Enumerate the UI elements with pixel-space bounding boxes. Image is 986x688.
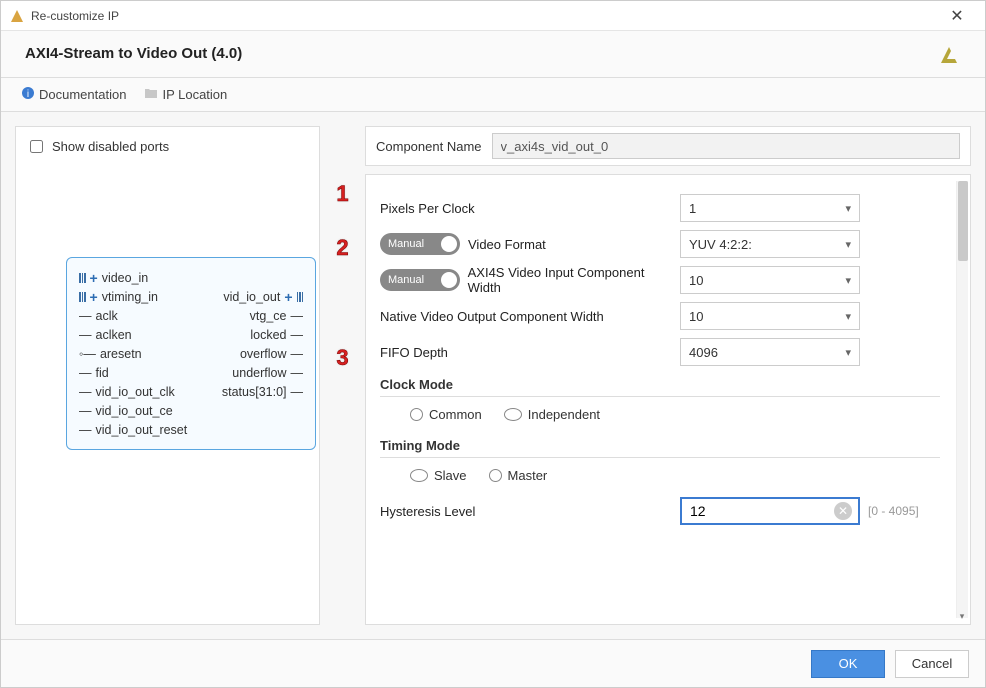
- callout-column: 1 2 3: [330, 126, 355, 625]
- radios-timing-mode: Slave Master: [380, 458, 940, 489]
- input-hysteresis[interactable]: [688, 502, 808, 520]
- port-underflow: underflow: [232, 366, 286, 380]
- radio-timing-master[interactable]: Master: [489, 468, 548, 483]
- header-timing-mode: Timing Mode: [380, 438, 940, 458]
- select-pixels-per-clock[interactable]: 1 ▾: [680, 194, 860, 222]
- chevron-down-icon: ▾: [845, 202, 851, 215]
- callout-3: 3: [336, 345, 348, 371]
- port-vtiming-in: vtiming_in: [102, 290, 158, 304]
- row-hysteresis: Hysteresis Level ✕ [0 - 4095]: [380, 497, 940, 525]
- port-vid-io-out-reset: vid_io_out_reset: [96, 423, 188, 437]
- port-vid-io-out-clk: vid_io_out_clk: [96, 385, 175, 399]
- row-native-width: Native Video Output Component Width 10 ▾: [380, 301, 940, 331]
- component-name-input[interactable]: [492, 133, 961, 159]
- dialog-footer: OK Cancel: [1, 639, 985, 687]
- main-area: Show disabled ports +video_in +vtiming_i…: [1, 112, 985, 639]
- select-axi4s-width[interactable]: 10 ▾: [680, 266, 860, 294]
- chevron-down-icon: ▾: [845, 310, 851, 323]
- cancel-button[interactable]: Cancel: [895, 650, 969, 678]
- component-name-label: Component Name: [376, 139, 482, 154]
- ok-button[interactable]: OK: [811, 650, 885, 678]
- label-pixels-per-clock: Pixels Per Clock: [380, 201, 680, 216]
- label-hysteresis: Hysteresis Level: [380, 504, 680, 519]
- callout-2: 2: [336, 235, 348, 261]
- ip-location-link[interactable]: IP Location: [144, 87, 227, 102]
- row-axi4s-width: Manual AXI4S Video Input Component Width…: [380, 265, 940, 295]
- input-hysteresis-wrapper: ✕: [680, 497, 860, 525]
- header-toolbar: i Documentation IP Location: [1, 78, 985, 112]
- block-diagram-panel: Show disabled ports +video_in +vtiming_i…: [15, 126, 320, 625]
- documentation-link[interactable]: i Documentation: [21, 86, 126, 103]
- toggle-video-format[interactable]: Manual: [380, 233, 460, 255]
- port-vid-io-out-ce: vid_io_out_ce: [96, 404, 173, 418]
- scrollbar-thumb[interactable]: [958, 181, 968, 261]
- port-aclken: aclken: [96, 328, 132, 342]
- radio-clock-independent[interactable]: Independent: [504, 407, 600, 422]
- chevron-down-icon: ▾: [845, 274, 851, 287]
- header-clock-mode: Clock Mode: [380, 377, 940, 397]
- config-panel: Component Name Pixels Per Clock 1 ▾ Man: [365, 126, 971, 625]
- port-status: status[31:0]: [222, 385, 287, 399]
- svg-text:i: i: [27, 89, 29, 100]
- callout-1: 1: [336, 181, 348, 207]
- radio-timing-slave[interactable]: Slave: [410, 468, 467, 483]
- label-fifo-depth: FIFO Depth: [380, 345, 680, 360]
- radio-clock-common[interactable]: Common: [410, 407, 482, 422]
- folder-icon: [144, 87, 158, 102]
- window-title: Re-customize IP: [31, 9, 937, 23]
- info-icon: i: [21, 86, 35, 103]
- config-scroll-area: Pixels Per Clock 1 ▾ Manual Video Format…: [365, 174, 971, 625]
- label-video-format: Video Format: [468, 237, 546, 252]
- select-native-width[interactable]: 10 ▾: [680, 302, 860, 330]
- select-fifo-depth[interactable]: 4096 ▾: [680, 338, 860, 366]
- show-disabled-ports-input[interactable]: [30, 140, 43, 153]
- radios-clock-mode: Common Independent: [380, 397, 940, 428]
- port-locked: locked: [250, 328, 286, 342]
- show-disabled-ports-checkbox[interactable]: Show disabled ports: [26, 137, 309, 156]
- ip-title: AXI4-Stream to Video Out (4.0): [25, 45, 961, 62]
- component-name-row: Component Name: [365, 126, 971, 166]
- show-disabled-ports-label: Show disabled ports: [52, 139, 169, 154]
- scrollbar-down-icon[interactable]: ▾: [956, 610, 968, 622]
- close-icon[interactable]: ✕: [937, 6, 977, 26]
- port-vid-io-out: vid_io_out: [223, 290, 280, 304]
- ip-header: AXI4-Stream to Video Out (4.0): [1, 31, 985, 78]
- chevron-down-icon: ▾: [845, 238, 851, 251]
- port-fid: fid: [96, 366, 109, 380]
- label-axi4s-width: AXI4S Video Input Component Width: [468, 265, 680, 295]
- app-icon: [9, 8, 25, 24]
- row-pixels-per-clock: Pixels Per Clock 1 ▾: [380, 193, 940, 223]
- toggle-axi4s-width[interactable]: Manual: [380, 269, 460, 291]
- clear-icon[interactable]: ✕: [834, 502, 852, 520]
- row-video-format: Manual Video Format YUV 4:2:2: ▾: [380, 229, 940, 259]
- port-aclk: aclk: [96, 309, 118, 323]
- port-vtg-ce: vtg_ce: [250, 309, 287, 323]
- documentation-label: Documentation: [39, 87, 126, 102]
- ip-location-label: IP Location: [162, 87, 227, 102]
- port-video-in: video_in: [102, 271, 149, 285]
- titlebar: Re-customize IP ✕: [1, 1, 985, 31]
- port-aresetn: aresetn: [100, 347, 142, 361]
- select-video-format[interactable]: YUV 4:2:2: ▾: [680, 230, 860, 258]
- ip-block-symbol: +video_in +vtiming_invid_io_out+ — aclkv…: [66, 257, 316, 450]
- chevron-down-icon: ▾: [845, 346, 851, 359]
- row-fifo-depth: FIFO Depth 4096 ▾: [380, 337, 940, 367]
- label-native-width: Native Video Output Component Width: [380, 309, 680, 324]
- dialog-window: Re-customize IP ✕ AXI4-Stream to Video O…: [0, 0, 986, 688]
- port-overflow: overflow: [240, 347, 287, 361]
- hint-hysteresis: [0 - 4095]: [860, 504, 940, 518]
- vendor-logo-icon: [937, 43, 961, 67]
